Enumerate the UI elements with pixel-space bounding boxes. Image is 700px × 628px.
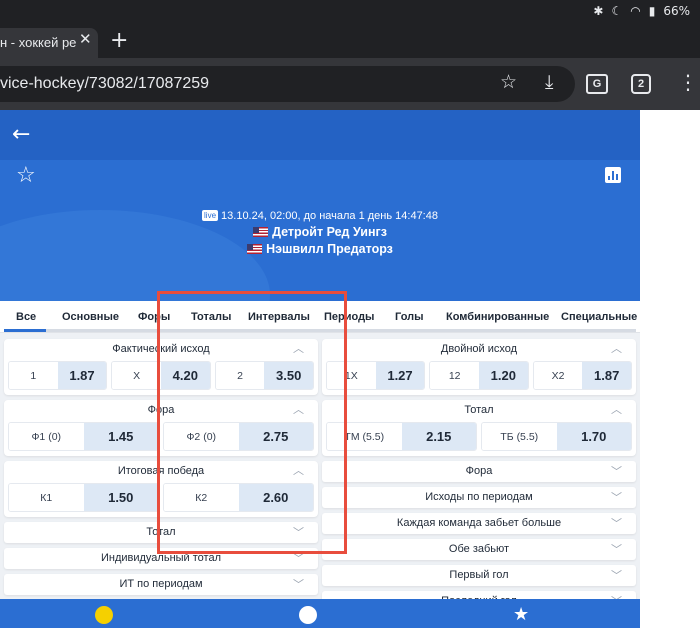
translate-icon[interactable]: G [586,74,608,94]
collapsed-market[interactable]: Каждая команда забьет больше ﹀ [322,513,636,534]
tab-title: н - хоккей ре [0,35,77,50]
markets-right-column: Двойной исход ︿ 1X 1.27 12 1.20 X2 1.87 Тота… [322,339,636,617]
usa-flag-icon [253,227,269,237]
collapsed-market[interactable]: ИТ по периодам ﹀ [4,574,318,595]
tab-strip: н - хоккей ре ✕ + [0,24,700,58]
betting-site: ← ☆ live 13.10.24, 02:00, до начала 1 ден… [0,110,640,628]
close-tab-icon[interactable]: ✕ [79,30,92,48]
active-tab-indicator [4,329,46,332]
status-icons: ✱ ☾ ◠ ▮ 66% [593,4,690,18]
market-header[interactable]: Тотал ︿ [322,400,636,420]
match-info: live 13.10.24, 02:00, до начала 1 день 14… [0,210,640,256]
bottom-navigation: ★ [0,599,640,628]
tab-switcher-button[interactable]: 2 [631,74,651,94]
back-arrow-icon[interactable]: ← [12,122,30,147]
market-header[interactable]: Двойной исход ︿ [322,339,636,359]
tab-all[interactable]: Все [16,311,36,323]
new-tab-icon[interactable]: + [110,28,128,53]
odd-button[interactable]: К1 1.50 [8,483,159,512]
chevron-down-icon[interactable]: ﹀ [293,574,304,595]
chevron-up-icon[interactable]: ︿ [611,400,622,420]
odd-button[interactable]: ТМ (5.5) 2.15 [326,422,477,451]
collapsed-market[interactable]: Исходы по периодам ﹀ [322,487,636,508]
favorite-star-icon[interactable]: ☆ [16,163,36,188]
dnd-moon-icon: ☾ [611,4,623,18]
team-home: Детройт Ред Уингз [0,225,640,239]
collapsed-market[interactable]: Обе забьют ﹀ [322,539,636,560]
more-menu-icon[interactable]: ⋮ [678,70,698,94]
bluetooth-icon: ✱ [593,4,604,18]
battery-level: 66 [663,4,679,18]
browser-toolbar: vice-hockey/73082/17087259 ☆ ⤓ G 2 ⋮ [0,58,700,110]
url-text: vice-hockey/73082/17087259 [0,75,210,92]
play-icon[interactable] [299,606,317,624]
system-status-bar: ✱ ☾ ◠ ▮ 66% [0,0,700,24]
bookmark-star-icon[interactable]: ☆ [500,72,517,92]
page-viewport: ← ☆ live 13.10.24, 02:00, до начала 1 ден… [0,110,700,628]
odd-button[interactable]: X2 1.87 [532,361,632,390]
team-away: Нэшвилл Предаторз [0,242,640,256]
wifi-icon: ◠ [630,4,641,18]
live-badge: live [202,210,219,221]
odd-button[interactable]: Ф1 (0) 1.45 [8,422,159,451]
tab-goals[interactable]: Голы [395,311,424,323]
tab-special[interactable]: Специальные [561,311,637,323]
odd-button[interactable]: ТБ (5.5) 1.70 [481,422,632,451]
statistics-icon[interactable] [605,167,621,183]
match-header: ← ☆ live 13.10.24, 02:00, до начала 1 ден… [0,110,640,301]
favorites-star-icon[interactable]: ★ [513,604,529,625]
chevron-down-icon[interactable]: ﹀ [611,565,622,586]
market-card: Двойной исход ︿ 1X 1.27 12 1.20 X2 1.87 [322,339,636,395]
odd-button[interactable]: 1 1.87 [8,361,108,390]
match-start-time: 13.10.24, 02:00, до начала 1 день 14:47:… [221,210,438,222]
battery-icon: ▮ [648,4,656,18]
chevron-down-icon[interactable]: ﹀ [611,487,622,508]
coupon-icon[interactable] [95,606,113,624]
chevron-down-icon[interactable]: ﹀ [611,513,622,534]
collapsed-market[interactable]: Первый гол ﹀ [322,565,636,586]
chevron-down-icon[interactable]: ﹀ [611,539,622,560]
address-bar[interactable]: vice-hockey/73082/17087259 [0,66,575,102]
market-card: Тотал ︿ ТМ (5.5) 2.15 ТБ (5.5) 1.70 [322,400,636,456]
usa-flag-icon [247,244,263,254]
chevron-up-icon[interactable]: ︿ [611,339,622,359]
tab-combined[interactable]: Комбинированные [446,311,549,323]
collapsed-market[interactable]: Фора ﹀ [322,461,636,482]
tab-main[interactable]: Основные [62,311,119,323]
download-icon[interactable]: ⤓ [545,72,553,92]
highlight-box [157,291,347,554]
chevron-down-icon[interactable]: ﹀ [611,461,622,482]
odd-button[interactable]: 12 1.20 [429,361,529,390]
